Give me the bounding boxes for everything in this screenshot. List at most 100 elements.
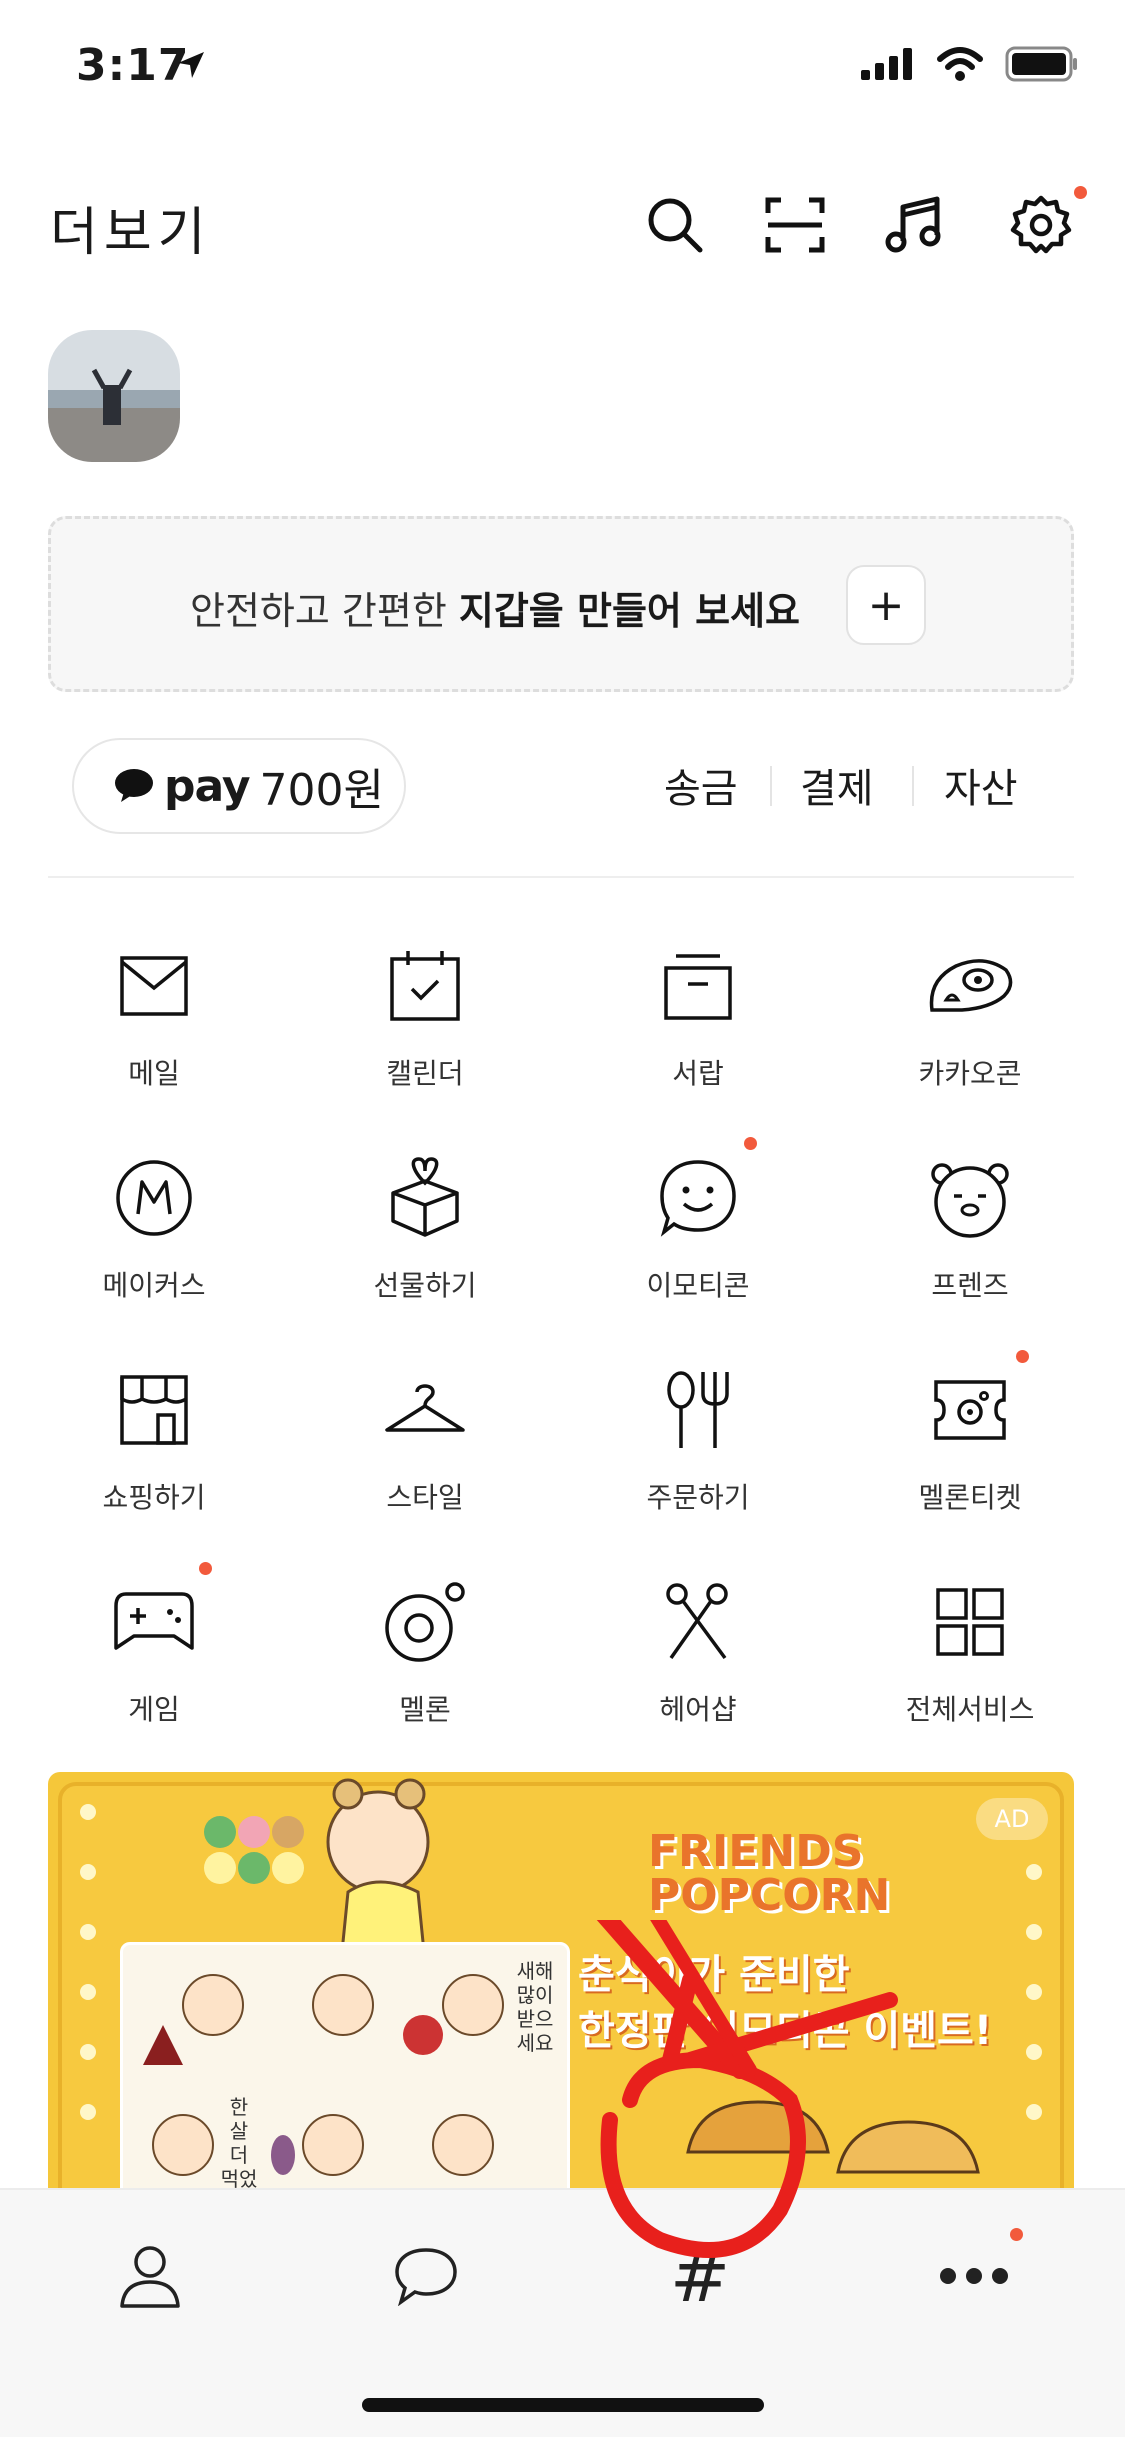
scan-button[interactable] <box>760 190 830 260</box>
service-label: 서랍 <box>672 1057 724 1090</box>
view-tab[interactable]: # <box>640 2226 760 2326</box>
sticker-text-1: 새해 많이 받으세요 <box>516 1959 554 2055</box>
chat-bubble-logo-icon <box>115 769 153 802</box>
pay-link-assets[interactable]: 자산 <box>944 756 1018 814</box>
search-icon <box>648 198 703 253</box>
music-button[interactable] <box>880 190 950 260</box>
friends-tab[interactable] <box>90 2226 210 2326</box>
drawer-icon <box>664 954 732 1020</box>
service-melon-ticket[interactable]: 멜론티켓 <box>845 1360 1095 1540</box>
service-hairshop[interactable]: 헤어샵 <box>573 1572 823 1752</box>
makers-icon <box>116 1160 192 1236</box>
service-emoticon[interactable]: 이모티콘 <box>573 1148 823 1328</box>
more-dots-icon <box>940 2268 1008 2284</box>
ad-banner[interactable]: 새해 많이 받으세요 한 살 더 먹었다 FRIENDSPOPCORN 춘식이가… <box>48 1772 1074 2192</box>
service-label: 스타일 <box>386 1481 464 1514</box>
service-label: 캘린더 <box>386 1057 464 1090</box>
service-label: 카카오콘 <box>918 1057 1022 1090</box>
chats-tab[interactable] <box>366 2226 486 2326</box>
chat-bubble-icon <box>395 2248 457 2306</box>
scan-icon <box>765 197 825 253</box>
service-label: 메이커스 <box>102 1269 206 1302</box>
service-label: 멜론티켓 <box>918 1481 1022 1514</box>
gift-icon <box>391 1157 459 1237</box>
wifi-icon <box>937 47 983 81</box>
service-makers[interactable]: 메이커스 <box>29 1148 279 1328</box>
service-melon[interactable]: 멜론 <box>300 1572 550 1752</box>
banner-brand: FRIENDS POPCORN <box>648 1830 890 1918</box>
pay-amount: 700원 <box>259 765 384 816</box>
emoticon-notification-dot <box>744 1137 757 1150</box>
banner-headline-2: 한정판 이모티콘 이벤트! <box>578 2008 993 2054</box>
game-icon <box>114 1592 194 1650</box>
pay-link-payment[interactable]: 결제 <box>800 756 874 814</box>
service-game[interactable]: 게임 <box>29 1572 279 1752</box>
service-all[interactable]: 전체서비스 <box>845 1572 1095 1752</box>
melon-ticket-icon <box>934 1380 1006 1440</box>
hash-icon: # <box>669 2234 731 2318</box>
section-divider <box>48 876 1074 878</box>
pay-divider <box>770 766 772 806</box>
emoticon-icon <box>660 1160 736 1237</box>
status-time: 3:17 <box>76 40 190 91</box>
banner-headline-1: 춘식이가 준비한 <box>578 1952 850 1998</box>
music-icon <box>885 196 941 253</box>
gear-icon <box>1010 195 1072 254</box>
service-order[interactable]: 주문하기 <box>573 1360 823 1540</box>
search-button[interactable] <box>640 190 710 260</box>
calendar-icon <box>390 951 460 1021</box>
service-mail[interactable]: 메일 <box>29 936 279 1116</box>
sticker-text-2: 한 살 더 먹었다 <box>220 2095 258 2192</box>
battery-icon <box>1005 46 1077 82</box>
home-indicator <box>362 2398 764 2412</box>
service-label: 선물하기 <box>373 1269 477 1302</box>
signal-icon <box>861 48 912 80</box>
wallet-prompt: 안전하고 간편한 지갑을 만들어 보세요 <box>190 580 800 635</box>
service-label: 전체서비스 <box>905 1693 1035 1726</box>
more-notification-dot <box>1010 2228 1023 2241</box>
person-icon <box>120 2246 180 2308</box>
sticker-preview-card: 새해 많이 받으세요 한 살 더 먹었다 <box>120 1942 570 2192</box>
wallet-prompt-bold: 지갑을 만들어 보세요 <box>458 589 800 633</box>
service-kakaocon[interactable]: 카카오콘 <box>845 936 1095 1116</box>
service-calendar[interactable]: 캘린더 <box>300 936 550 1116</box>
sticker-illustrations <box>143 1974 504 2176</box>
settings-button[interactable] <box>1006 190 1076 260</box>
pay-link-transfer[interactable]: 송금 <box>664 756 738 814</box>
mail-icon <box>120 956 188 1016</box>
game-notification-dot <box>199 1562 212 1575</box>
kakaocon-icon <box>929 959 1013 1012</box>
service-style[interactable]: 스타일 <box>300 1360 550 1540</box>
settings-notification-dot <box>1074 186 1087 199</box>
wallet-add-button[interactable]: + <box>846 565 926 645</box>
all-services-icon <box>936 1588 1004 1656</box>
service-label: 헤어샵 <box>659 1693 737 1726</box>
service-label: 프렌즈 <box>931 1269 1009 1302</box>
pay-balance[interactable]: pay 700원 <box>72 738 406 834</box>
service-label: 메일 <box>128 1057 180 1090</box>
location-arrow-icon <box>176 50 206 84</box>
hanger-icon <box>385 1384 465 1432</box>
shopping-icon <box>120 1375 188 1445</box>
service-label: 이모티콘 <box>646 1269 750 1302</box>
melon-ticket-notification-dot <box>1016 1350 1029 1363</box>
service-drawer[interactable]: 서랍 <box>573 936 823 1116</box>
scissors-icon <box>666 1583 728 1660</box>
wallet-prompt-plain: 안전하고 간편한 <box>190 589 459 633</box>
service-friends[interactable]: 프렌즈 <box>845 1148 1095 1328</box>
ad-badge: AD <box>976 1798 1048 1840</box>
melon-icon <box>385 1582 465 1662</box>
service-label: 멜론 <box>399 1693 451 1726</box>
order-icon <box>667 1371 729 1448</box>
pay-logo: pay <box>164 760 251 812</box>
service-shopping[interactable]: 쇼핑하기 <box>29 1360 279 1540</box>
service-label: 주문하기 <box>646 1481 750 1514</box>
page-title: 더보기 <box>50 203 212 263</box>
friends-icon <box>931 1163 1009 1238</box>
pay-divider <box>912 766 914 806</box>
avatar[interactable] <box>48 330 180 462</box>
status-icons <box>861 46 1079 82</box>
service-gift[interactable]: 선물하기 <box>300 1148 550 1328</box>
more-tab[interactable] <box>914 2226 1034 2326</box>
service-label: 게임 <box>128 1693 180 1726</box>
